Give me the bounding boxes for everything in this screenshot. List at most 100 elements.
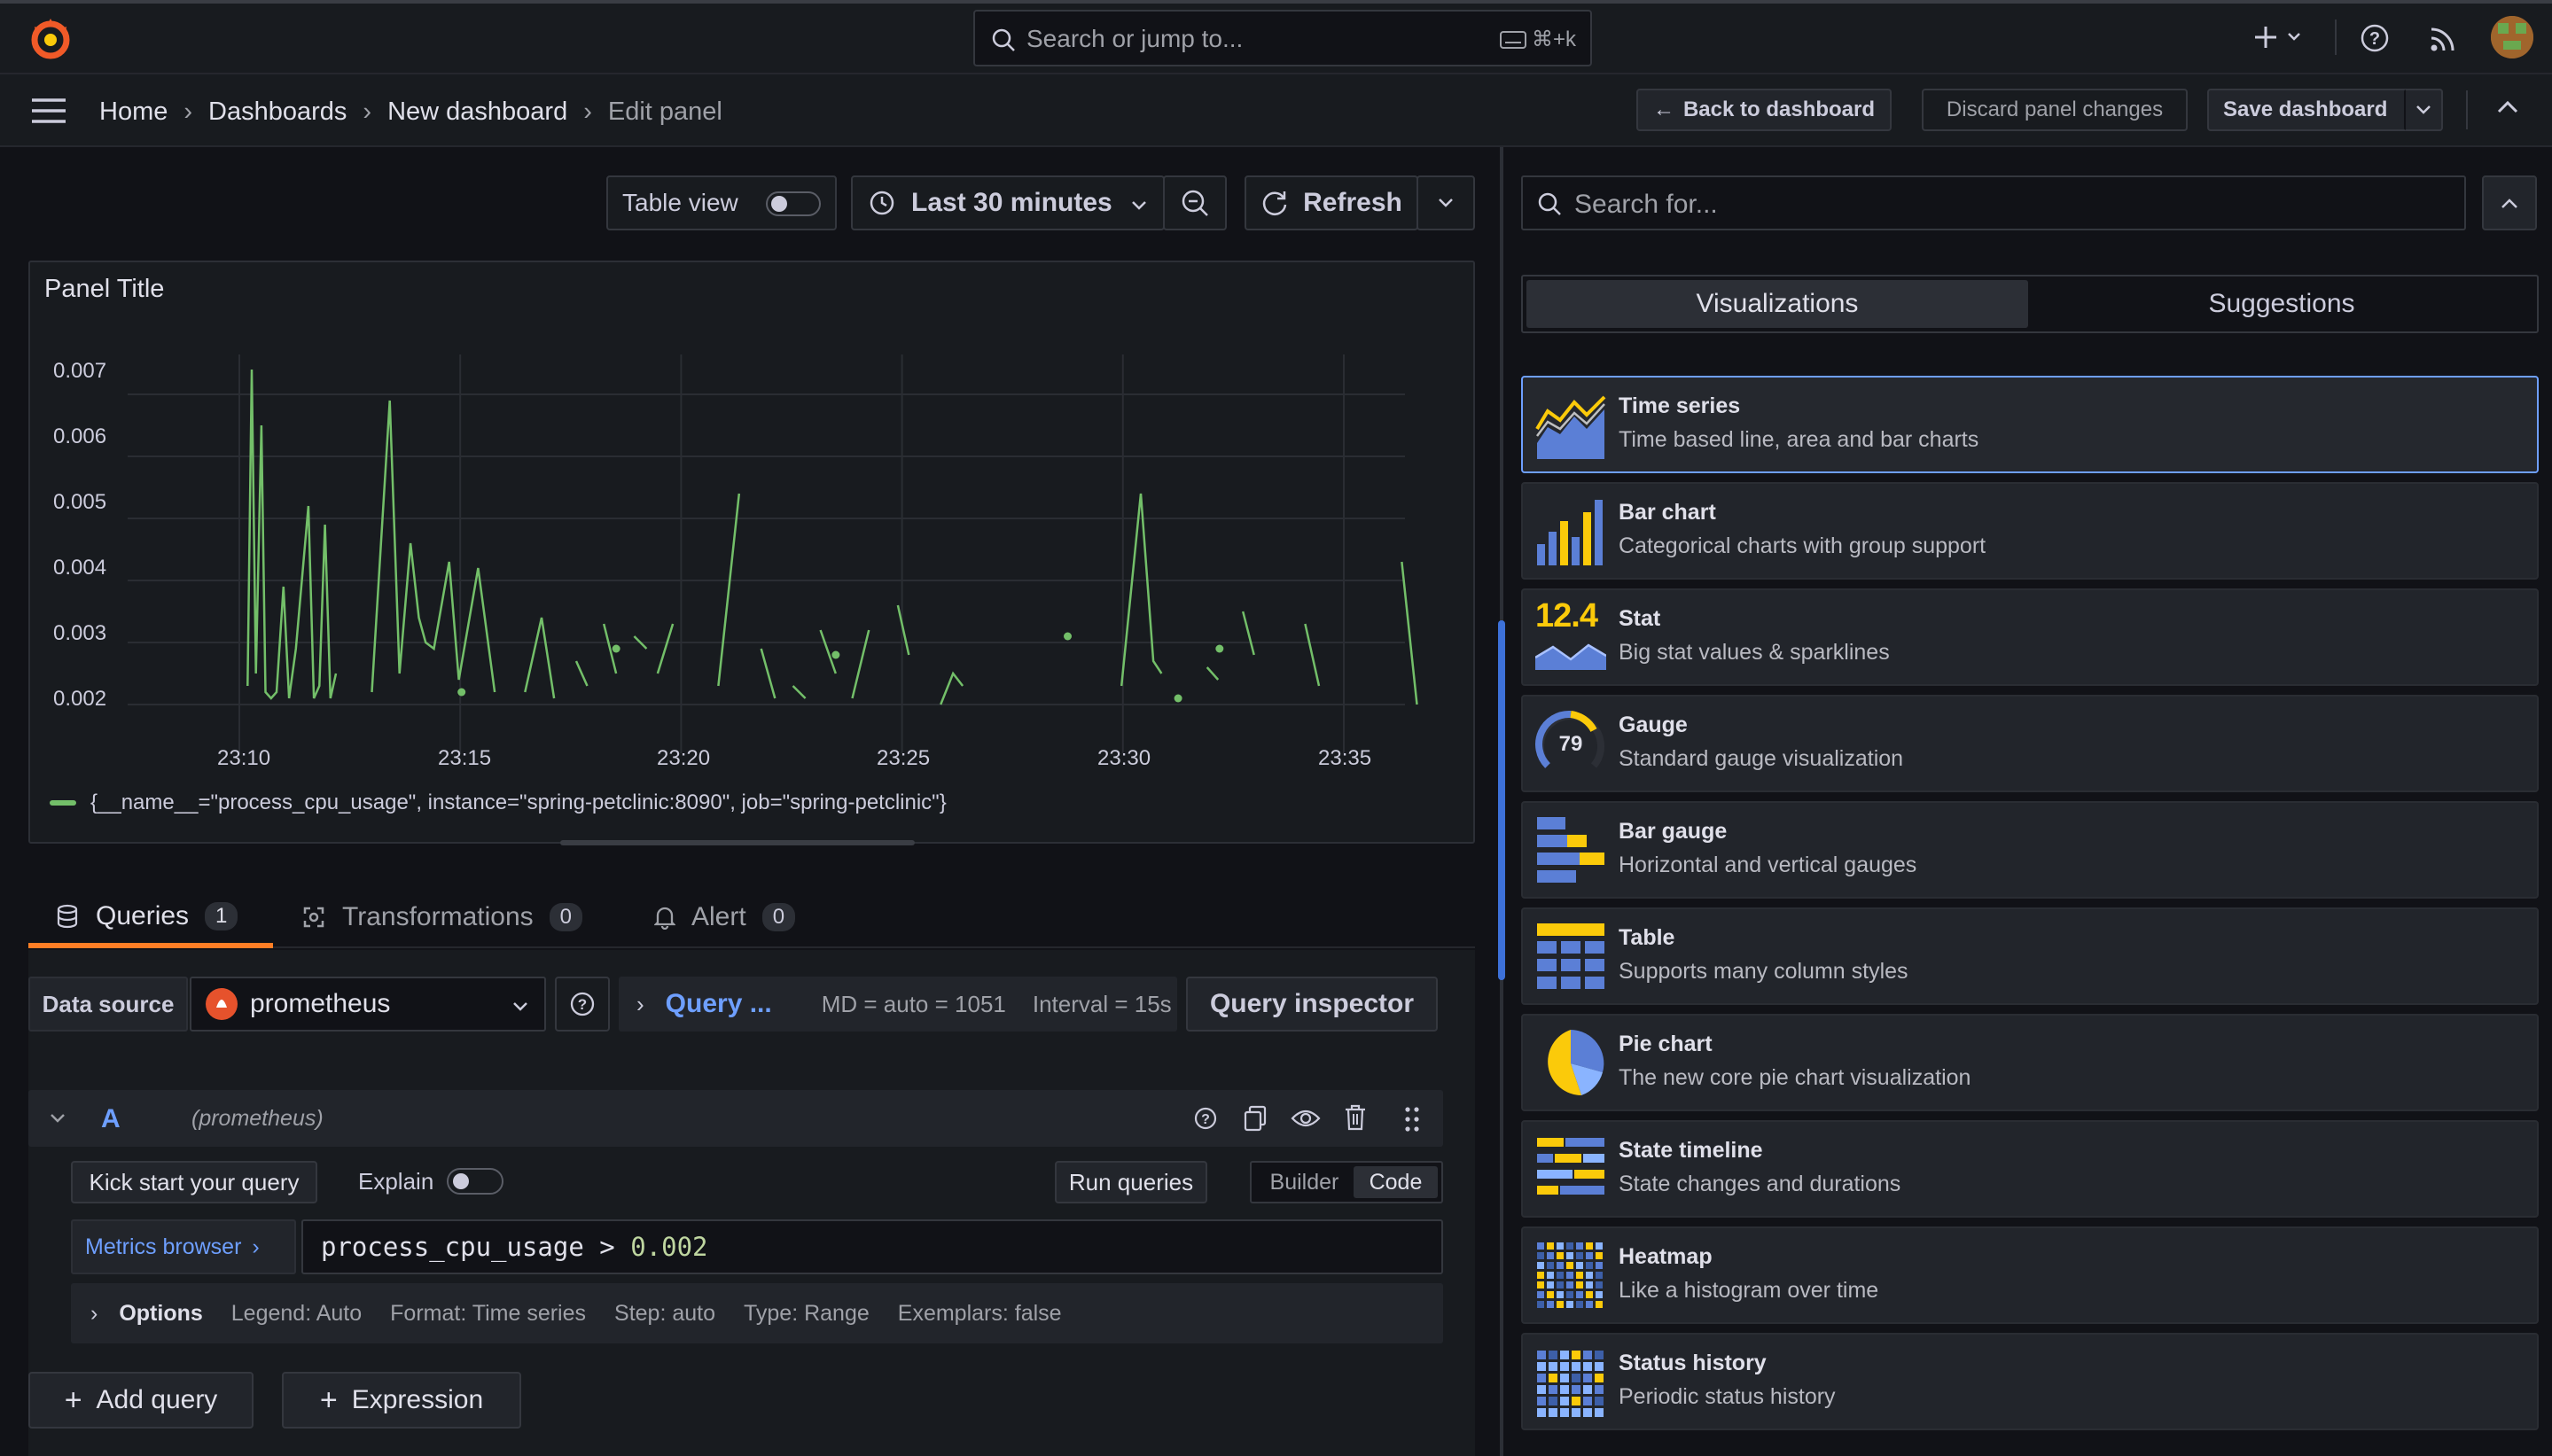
legend-item[interactable]: {__name__="process_cpu_usage", instance=… [50,790,947,815]
series-line-segment[interactable] [1304,623,1321,687]
viz-item-bar-gauge[interactable]: Bar gauge Horizontal and vertical gauges [1521,801,2539,899]
series-point[interactable] [1215,644,1224,653]
duplicate-icon[interactable] [1243,1105,1268,1132]
viz-item-heatmap[interactable]: Heatmap Like a histogram over time [1521,1226,2539,1324]
x-tick: 23:10 [217,746,271,770]
series-line-segment[interactable] [524,617,556,699]
tab-transformations[interactable]: Transformations 0 [301,890,582,945]
viz-item-state-timeline[interactable]: State timeline State changes and duratio… [1521,1120,2539,1218]
chevron-down-icon[interactable] [50,1113,66,1124]
explain-switch[interactable] [447,1168,503,1195]
help-icon[interactable]: ? [1193,1106,1218,1131]
time-range-picker[interactable]: Last 30 minutes [851,175,1165,230]
series-line-segment[interactable] [717,493,741,687]
series-line-segment[interactable] [1241,611,1255,656]
table-view-toggle[interactable]: Table view [606,175,837,230]
series-line-segment[interactable] [246,369,338,700]
query-options-row[interactable]: › Options Legend: Auto Format: Time seri… [71,1283,1443,1343]
viz-desc: Categorical charts with group support [1619,533,1986,558]
discard-panel-changes-button[interactable]: Discard panel changes [1922,89,2188,131]
add-expression-button[interactable]: + Expression [282,1372,521,1429]
x-tick: 23:25 [877,746,931,770]
metrics-browser-button[interactable]: Metrics browser › [71,1219,296,1274]
tab-queries[interactable]: Queries 1 [28,890,273,948]
builder-mode-option[interactable]: Builder [1255,1170,1354,1195]
series-point[interactable] [457,688,466,697]
refresh-button[interactable]: Refresh [1245,175,1418,230]
new-menu-button[interactable] [2246,18,2310,57]
series-line-segment[interactable] [851,629,870,699]
viz-item-pie-chart[interactable]: Pie chart The new core pie chart visuali… [1521,1014,2539,1111]
eye-icon[interactable] [1291,1108,1321,1129]
query-expression-input[interactable]: process_cpu_usage > 0.002 [301,1219,1443,1274]
viz-desc: Time based line, area and bar charts [1619,427,1979,452]
viz-item-bar-chart[interactable]: Bar chart Categorical charts with group … [1521,482,2539,580]
series-line-segment[interactable] [940,671,964,705]
tab-suggestions[interactable]: Suggestions [2030,280,2533,328]
help-icon[interactable]: ? [2360,23,2390,53]
panel-resize-handle[interactable] [560,840,915,845]
user-avatar[interactable] [2491,16,2533,58]
series-point[interactable] [612,644,620,653]
series-line-segment[interactable] [1401,561,1418,705]
global-search[interactable]: Search or jump to... ⌘+k [973,10,1592,66]
query-inspector-button[interactable]: Query inspector [1186,977,1438,1032]
option-exemplars: Exemplars: false [897,1300,1062,1326]
grafana-logo-icon[interactable] [27,16,74,64]
kick-start-label: Kick start your query [89,1168,300,1195]
panel-title[interactable]: Panel Title [44,275,164,304]
series-line-segment[interactable] [896,604,910,656]
news-feed-icon[interactable] [2429,25,2457,53]
datasource-help-button[interactable]: ? [555,977,610,1032]
series-line-segment[interactable] [1120,493,1163,687]
series-line-segment[interactable] [1206,666,1220,681]
breadcrumb-new-dashboard[interactable]: New dashboard [387,97,567,127]
drag-handle-icon[interactable] [1404,1106,1420,1133]
tab-alert[interactable]: Alert 0 [654,890,796,945]
svg-text:?: ? [2369,29,2380,49]
kick-start-query-button[interactable]: Kick start your query [71,1161,317,1203]
breadcrumb: Home › Dashboards › New dashboard › Edit… [99,94,722,129]
save-options-dropdown[interactable] [2404,89,2443,131]
breadcrumb-dashboards[interactable]: Dashboards [208,97,347,127]
breadcrumb-home[interactable]: Home [99,97,168,127]
tab-queries-count: 1 [205,902,238,930]
add-query-button[interactable]: + Add query [28,1372,254,1429]
table-icon [1537,923,1604,989]
svg-text:?: ? [1201,1112,1210,1127]
viz-item-gauge[interactable]: 79 Gauge Standard gauge visualization [1521,695,2539,792]
y-tick: 0.006 [53,424,107,448]
series-line-segment[interactable] [574,660,589,687]
refresh-interval-dropdown[interactable] [1416,175,1475,230]
run-queries-button[interactable]: Run queries [1055,1161,1207,1203]
zoom-out-button[interactable] [1163,175,1227,230]
gauge-icon-value: 79 [1558,732,1583,756]
series-point[interactable] [1174,694,1182,703]
tab-visualizations[interactable]: Visualizations [1526,280,2028,328]
series-line-segment[interactable] [371,400,496,693]
viz-item-table[interactable]: Table Supports many column styles [1521,907,2539,1005]
table-view-switch[interactable] [766,191,821,216]
trash-icon[interactable] [1344,1104,1367,1131]
series-point[interactable] [1064,632,1072,641]
menu-icon[interactable] [30,96,67,126]
collapse-options-button[interactable] [2482,175,2537,230]
series-line-segment[interactable] [760,648,777,699]
viz-desc: The new core pie chart visualization [1619,1065,1971,1090]
viz-item-time-series[interactable]: Time series Time based line, area and ba… [1521,376,2539,473]
query-options-toggle[interactable]: › Query ... MD = auto = 1051 Interval = … [619,977,1177,1032]
plus-icon: + [64,1382,82,1417]
pane-splitter-handle[interactable] [1498,620,1505,980]
viz-item-status-history[interactable]: Status history Periodic status history [1521,1333,2539,1430]
code-mode-option[interactable]: Code [1353,1166,1438,1198]
datasource-picker[interactable]: prometheus [190,977,546,1032]
series-line-segment[interactable] [792,685,807,699]
query-ref-id[interactable]: A [101,1104,121,1134]
series-line-segment[interactable] [656,623,675,674]
collapse-header-icon[interactable] [2496,99,2519,115]
series-point[interactable] [831,650,840,659]
prometheus-icon [206,988,238,1020]
viz-item-stat[interactable]: 12.4 Stat Big stat values & sparklines [1521,588,2539,686]
viz-search-input[interactable]: Search for... [1521,175,2466,230]
back-to-dashboard-button[interactable]: ← Back to dashboard [1636,89,1892,131]
